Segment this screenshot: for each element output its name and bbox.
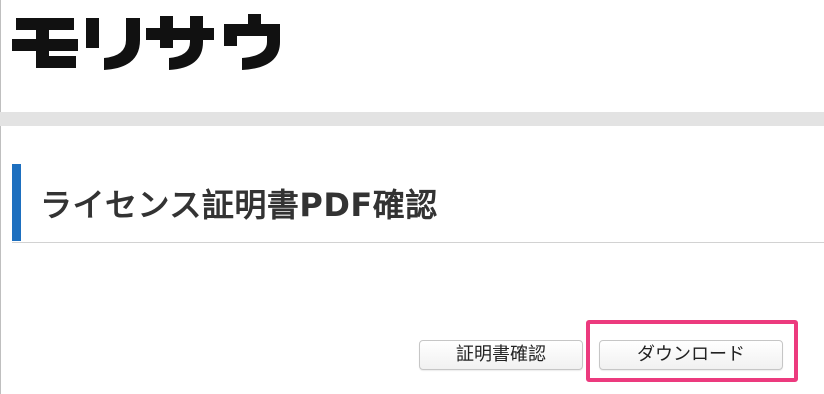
header-divider-band	[0, 112, 824, 126]
title-accent-bar	[12, 164, 21, 241]
title-section: ライセンス証明書PDF確認	[12, 164, 824, 243]
verify-certificate-button[interactable]: 証明書確認	[419, 340, 583, 370]
page-title: ライセンス証明書PDF確認	[40, 186, 438, 224]
download-button[interactable]: ダウンロード	[599, 340, 783, 370]
morisawa-logo	[12, 14, 280, 70]
window-edge	[0, 0, 1, 394]
page: ライセンス証明書PDF確認 証明書確認 ダウンロード	[0, 0, 824, 394]
